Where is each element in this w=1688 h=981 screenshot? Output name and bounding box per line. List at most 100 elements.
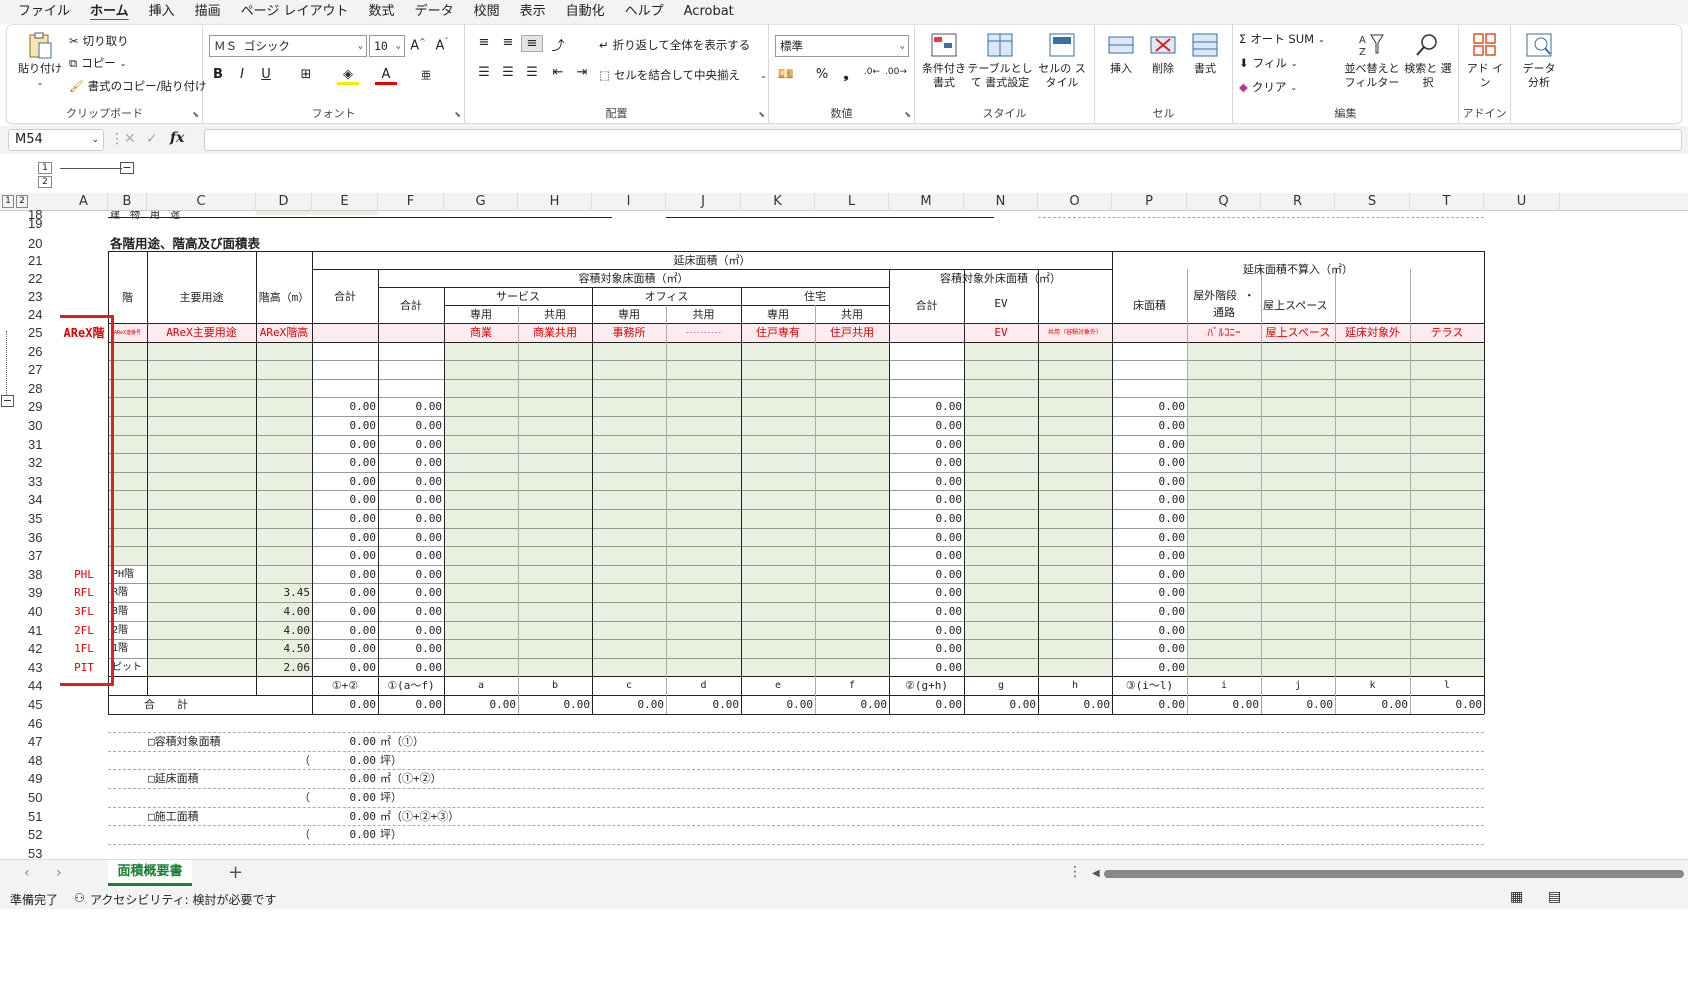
zero-value[interactable]: 0.00 — [380, 510, 443, 528]
arex-main-use[interactable]: AReX主要用途 — [149, 324, 254, 342]
paste-button[interactable]: 貼り付け ⌄ — [15, 31, 65, 90]
decrease-decimal-icon[interactable]: .00→ — [885, 67, 907, 77]
zero-value[interactable]: 0.00 — [380, 566, 443, 584]
formula-label[interactable]: d — [668, 677, 739, 695]
insert-cells-button[interactable]: 挿入 — [1101, 31, 1141, 76]
row-header[interactable]: 42 — [28, 640, 58, 658]
format-painter-button[interactable]: 🖌 書式のコピー/貼り付け — [69, 78, 206, 94]
floor-label[interactable]: ピット — [112, 659, 147, 677]
arex-arex_office[interactable]: 事務所 — [594, 324, 664, 342]
header-shared[interactable]: 共用 — [817, 306, 887, 324]
row-header[interactable]: 45 — [28, 696, 58, 714]
delete-cells-button[interactable]: 削除 — [1143, 31, 1183, 76]
unit-tsubo[interactable]: 坪） — [380, 826, 442, 844]
arex-arex_house_private[interactable]: 住戸専有 — [743, 324, 813, 342]
zero-value[interactable]: 0.00 — [380, 436, 443, 454]
align-middle-icon[interactable]: ≡ — [497, 35, 519, 50]
zero-value[interactable]: 0.00 — [891, 473, 963, 491]
floor-label[interactable]: 3階 — [112, 603, 147, 621]
floor-label[interactable]: PH階 — [112, 566, 147, 584]
header-sum[interactable]: 合計 — [891, 297, 962, 315]
zero-value[interactable]: 0.00 — [314, 436, 377, 454]
total-value[interactable]: 0.00 — [446, 696, 517, 714]
collapse-icon[interactable]: − — [120, 162, 134, 174]
row-header[interactable]: 24 — [28, 306, 58, 324]
formula-label[interactable]: g — [966, 677, 1036, 695]
total-value[interactable]: 0.00 — [668, 696, 740, 714]
zero-value[interactable]: 0.00 — [891, 584, 963, 602]
formula-label[interactable]: ①(a～f) — [380, 677, 442, 695]
floor-label[interactable]: 1階 — [112, 640, 147, 658]
zero-value[interactable]: 0.00 — [891, 454, 963, 472]
menu-data[interactable]: データ — [405, 0, 464, 24]
formula-label[interactable]: a — [446, 677, 516, 695]
total-value[interactable]: 0.00 — [1412, 696, 1483, 714]
column-header[interactable]: E — [312, 193, 378, 211]
currency-icon[interactable]: 💴 — [775, 67, 797, 82]
font-size-combo[interactable]: 10 ⌄ — [369, 35, 405, 57]
total-value[interactable]: 0.00 — [1114, 696, 1186, 714]
formula-label[interactable]: e — [743, 677, 813, 695]
column-header[interactable]: Q — [1187, 193, 1261, 211]
total-value[interactable]: 0.00 — [1337, 696, 1409, 714]
column-header[interactable]: F — [378, 193, 444, 211]
header-shared[interactable]: 共用 — [520, 306, 590, 324]
column-header[interactable]: R — [1261, 193, 1335, 211]
formula-label[interactable]: b — [520, 677, 590, 695]
zero-value[interactable]: 0.00 — [380, 622, 443, 640]
row-header[interactable]: 43 — [28, 659, 58, 677]
zero-value[interactable]: 0.00 — [314, 398, 377, 416]
unit-tsubo[interactable]: 坪） — [380, 752, 442, 770]
column-header[interactable]: I — [592, 193, 666, 211]
arex-arex_shop_shared[interactable]: 商業共用 — [520, 324, 590, 342]
merge-center-button[interactable]: ⬚ セルを結合して中央揃え ⌄ — [599, 67, 767, 83]
zero-value[interactable]: 0.00 — [380, 529, 443, 547]
header-private[interactable]: 専用 — [743, 306, 813, 324]
zero-value[interactable]: 0.00 — [891, 640, 963, 658]
scroll-left-icon[interactable]: ◀ — [1092, 868, 1100, 879]
conditional-format-button[interactable]: 条件付き 書式 — [921, 31, 967, 90]
zero-value[interactable]: 0.00 — [380, 659, 443, 677]
arex-balcony[interactable]: ﾊﾞﾙｺﾆｰ — [1189, 324, 1259, 342]
outline-level-1[interactable]: 1 — [38, 162, 52, 174]
bold-icon[interactable]: B — [207, 67, 229, 82]
orientation-icon[interactable]: ⤴ — [547, 35, 569, 54]
row-header[interactable]: 41 — [28, 622, 58, 640]
column-header[interactable]: N — [964, 193, 1038, 211]
row-header[interactable]: 25 — [28, 324, 58, 342]
zero-value[interactable]: 0.00 — [314, 529, 377, 547]
row-header[interactable]: 44 — [28, 677, 58, 695]
align-center-icon[interactable]: ☰ — [497, 65, 519, 80]
row-header[interactable]: 33 — [28, 473, 58, 491]
row-header[interactable]: 29 — [28, 398, 58, 416]
unit-label[interactable]: ㎡（①） — [380, 733, 442, 751]
more-icon[interactable]: ⋮ — [1068, 864, 1082, 880]
zero-value[interactable]: 0.00 — [1114, 491, 1186, 509]
header-floor-area[interactable]: 床面積 — [1114, 297, 1185, 315]
zero-value[interactable]: 0.00 — [380, 640, 443, 658]
row-header[interactable]: 26 — [28, 343, 58, 361]
row-header[interactable]: 34 — [28, 491, 58, 509]
column-header[interactable]: T — [1410, 193, 1484, 211]
menu-view[interactable]: 表示 — [510, 0, 556, 24]
zero-value[interactable]: 0.00 — [380, 491, 443, 509]
header-rooftop[interactable]: 屋上スペース — [1263, 297, 1333, 315]
arex-arex_house_shared[interactable]: 住戸共用 — [817, 324, 887, 342]
format-cells-button[interactable]: 書式 — [1185, 31, 1225, 76]
summary-value[interactable]: 0.00 — [314, 770, 377, 788]
total-value[interactable]: 0.00 — [817, 696, 888, 714]
total-label[interactable]: 合 計 — [144, 696, 249, 714]
summary-value[interactable]: 0.00 — [314, 733, 377, 751]
phonetic-icon[interactable]: 亜 — [415, 67, 437, 82]
zero-value[interactable]: 0.00 — [314, 622, 377, 640]
total-value[interactable]: 0.00 — [314, 696, 377, 714]
floor-label[interactable]: 2階 — [112, 622, 147, 640]
wrap-text-button[interactable]: ↵ 折り返して全体を表示する — [599, 37, 750, 53]
total-area-label[interactable]: □延床面積 — [148, 770, 309, 788]
column-header[interactable]: O — [1038, 193, 1112, 211]
zero-value[interactable]: 0.00 — [1114, 529, 1186, 547]
zero-value[interactable]: 0.00 — [1114, 417, 1186, 435]
total-value[interactable]: 0.00 — [1263, 696, 1334, 714]
zero-value[interactable]: 0.00 — [891, 491, 963, 509]
clear-button[interactable]: ◆ クリア ⌄ — [1239, 79, 1297, 95]
